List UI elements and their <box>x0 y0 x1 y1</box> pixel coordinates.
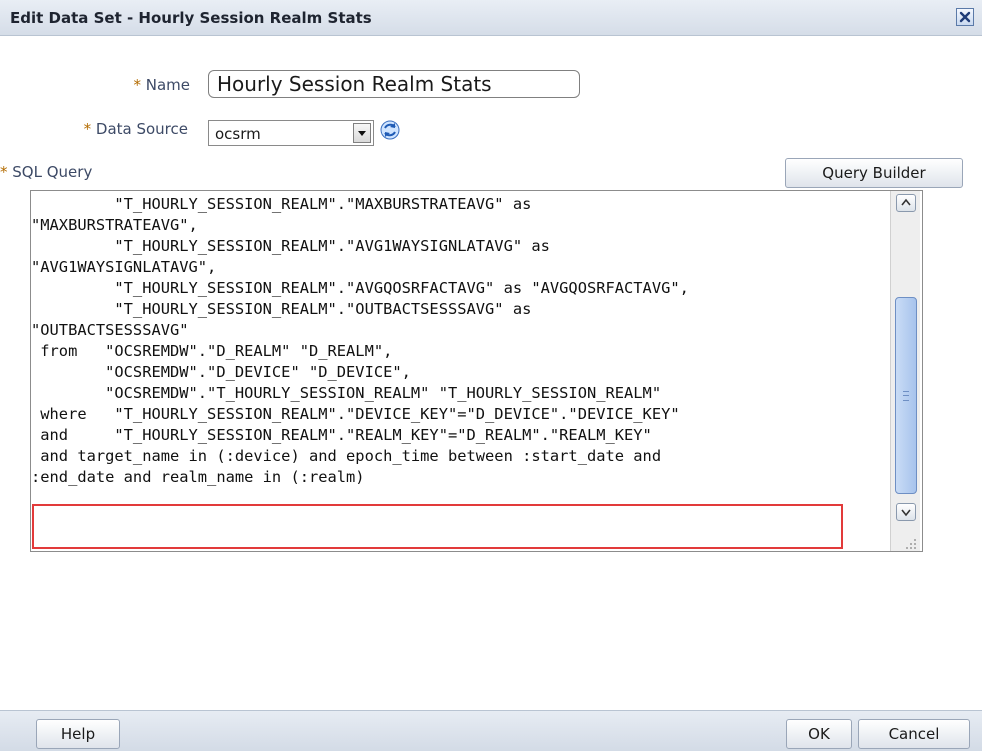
dropdown-arrow-button[interactable] <box>353 123 371 143</box>
sql-main-text: "T_HOURLY_SESSION_REALM"."MAXBURSTRATEAV… <box>31 195 689 444</box>
name-label-text: Name <box>145 76 190 94</box>
required-marker: * <box>133 76 141 94</box>
data-source-label: * Data Source <box>40 120 188 138</box>
name-label: * Name <box>110 76 190 94</box>
scroll-down-button[interactable] <box>896 503 916 521</box>
sql-query-label: * SQL Query <box>0 163 92 181</box>
required-marker: * <box>0 163 8 181</box>
sql-query-label-text: SQL Query <box>12 163 93 181</box>
highlight-annotation-box <box>32 504 843 549</box>
dialog-title: Edit Data Set - Hourly Session Realm Sta… <box>10 9 372 27</box>
name-input[interactable] <box>208 70 580 98</box>
cancel-button[interactable]: Cancel <box>858 719 970 749</box>
resize-grip-icon[interactable] <box>903 536 917 550</box>
chevron-down-icon <box>901 509 911 517</box>
scroll-thumb[interactable] <box>895 297 917 494</box>
data-source-label-text: Data Source <box>95 120 188 138</box>
dialog-title-bar: Edit Data Set - Hourly Session Realm Sta… <box>0 0 982 36</box>
scroll-up-button[interactable] <box>896 194 916 212</box>
refresh-icon[interactable] <box>378 118 402 142</box>
chevron-down-icon <box>358 131 366 136</box>
data-source-select[interactable]: ocsrm <box>208 120 374 146</box>
sql-highlighted-text: and target_name in (:device) and epoch_t… <box>31 447 662 486</box>
query-builder-button[interactable]: Query Builder <box>785 158 963 188</box>
chevron-up-icon <box>901 198 911 206</box>
vertical-scrollbar[interactable] <box>890 191 920 551</box>
dialog-footer: Help OK Cancel <box>0 710 982 751</box>
close-icon <box>959 11 971 23</box>
required-marker: * <box>83 120 92 138</box>
close-button[interactable] <box>956 8 974 26</box>
sql-query-text: "T_HOURLY_SESSION_REALM"."MAXBURSTRATEAV… <box>31 194 889 488</box>
ok-button[interactable]: OK <box>786 719 852 749</box>
data-source-value: ocsrm <box>215 125 261 143</box>
sql-query-textarea[interactable]: "T_HOURLY_SESSION_REALM"."MAXBURSTRATEAV… <box>30 190 923 552</box>
help-button[interactable]: Help <box>36 719 120 749</box>
thumb-grip-icon <box>903 391 909 401</box>
